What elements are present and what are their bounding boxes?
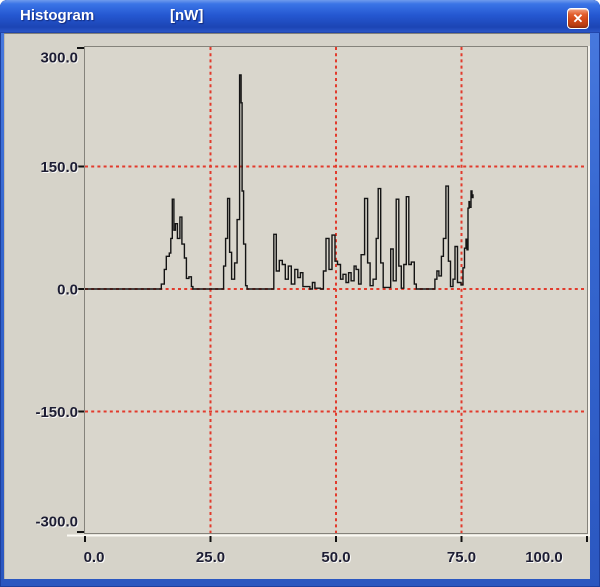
- y-tick-label: 300.0: [40, 50, 78, 67]
- page-title: Histogram: [20, 0, 94, 32]
- y-tick-label: -300.0: [35, 514, 78, 531]
- x-tick-label: 100.0: [525, 549, 563, 566]
- histogram-chart: 0.0 25.0 50.0 75.0 100.0 300.0 150.0 0.0 -150.0 -…: [4, 33, 590, 579]
- title-bar[interactable]: Histogram [nW] ✕: [0, 0, 600, 33]
- x-tick-label: 25.0: [196, 549, 225, 566]
- y-tick-label: 0.0: [57, 282, 78, 299]
- close-button[interactable]: ✕: [567, 8, 589, 29]
- plot-panel: 0.0 25.0 50.0 75.0 100.0 300.0 150.0 0.0 -150.0 -…: [4, 33, 590, 579]
- close-icon: ✕: [573, 12, 584, 25]
- x-tick-label: 50.0: [321, 549, 350, 566]
- histogram-window: Histogram [nW] ✕ 0.0 25.0 50.0 75.0 100.0 300…: [0, 0, 600, 587]
- y-tick-label: -150.0: [35, 404, 78, 421]
- x-tick-label: 75.0: [447, 549, 476, 566]
- unit-label: [nW]: [170, 0, 203, 32]
- x-tick-label: 0.0: [84, 549, 105, 566]
- y-tick-label: 150.0: [40, 159, 78, 176]
